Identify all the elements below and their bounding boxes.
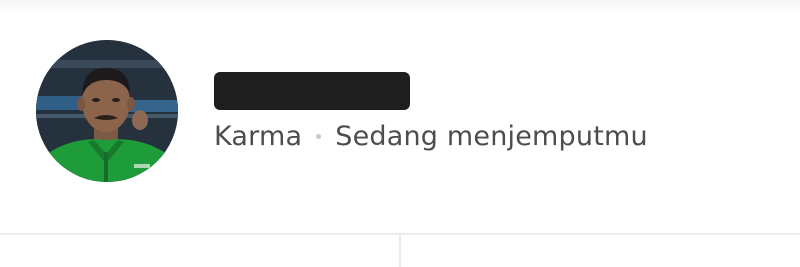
driver-card: Karma Sedang menjemputmu [0,0,800,267]
driver-photo [36,40,178,182]
action-cell-right[interactable] [401,235,800,267]
driver-meta: Karma Sedang menjemputmu [214,116,648,156]
action-cell-left[interactable] [0,235,401,267]
driver-name-redacted [214,72,410,110]
action-row [0,235,800,267]
rating-label: Karma [214,120,303,152]
driver-avatar[interactable] [36,40,178,182]
driver-profile-row[interactable]: Karma Sedang menjemputmu [0,0,800,232]
dot-separator-icon [316,133,322,139]
driver-status: Sedang menjemputmu [335,120,648,152]
